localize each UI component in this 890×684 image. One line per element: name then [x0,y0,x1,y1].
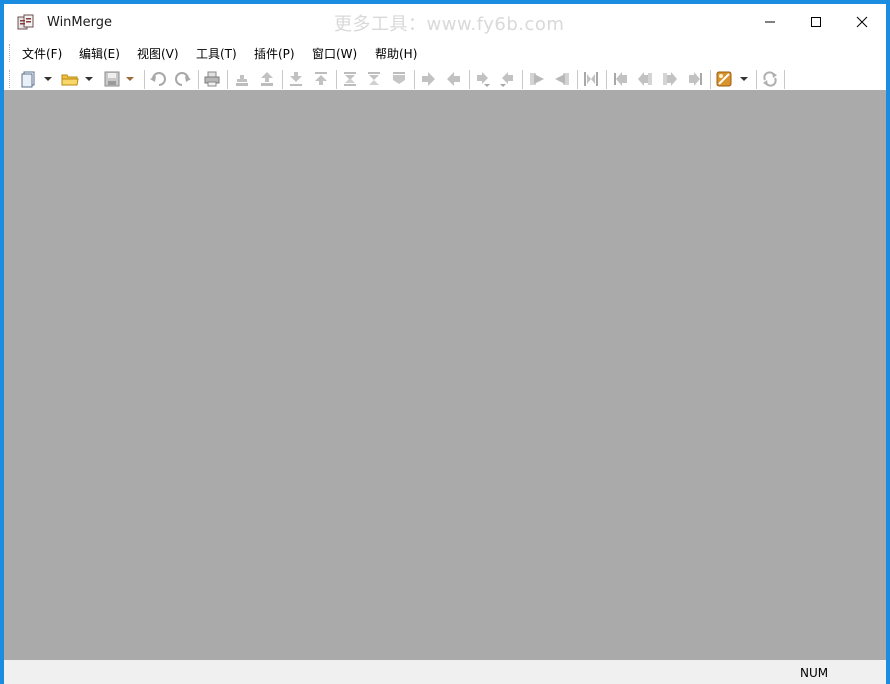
next-conflict-icon[interactable] [365,70,383,88]
menu-plugins[interactable]: 插件(P) [254,45,295,62]
new-dropdown-icon[interactable] [43,72,53,86]
menu-help[interactable]: 帮助(H) [375,45,417,62]
menu-bar: 文件(F) 编辑(E) 视图(V) 工具(T) 插件(P) 窗口(W) 帮助(H… [4,40,886,66]
last-file-icon[interactable] [686,70,704,88]
toolbar-separator [469,70,470,89]
toolbar-separator [784,70,785,89]
refresh-icon[interactable] [761,70,779,88]
undo-icon[interactable] [149,70,167,88]
title-bar[interactable]: WinMerge 更多工具：www.fy6b.com [4,4,886,40]
toolbar-separator [414,70,415,89]
copy-right-icon[interactable] [419,70,437,88]
toolbar [4,66,886,91]
last-diff-icon[interactable] [312,70,330,88]
save-dropdown-icon[interactable] [125,72,135,86]
toolbar-separator [227,70,228,89]
minimize-button[interactable] [747,4,793,40]
toolbar-separator [756,70,757,89]
open-dropdown-icon[interactable] [84,72,94,86]
prev-conflict-icon[interactable] [390,70,408,88]
menu-grip[interactable] [9,44,12,62]
num-lock-indicator: NUM [800,666,829,680]
maximize-button[interactable] [793,4,839,40]
menu-window[interactable]: 窗口(W) [312,45,357,62]
current-diff-icon[interactable] [341,70,359,88]
app-window: WinMerge 更多工具：www.fy6b.com 文件(F) 编辑(E) 视… [0,0,890,684]
new-icon[interactable] [20,70,38,88]
toolbar-separator [144,70,145,89]
next-diff-icon[interactable] [233,70,251,88]
menu-tools[interactable]: 工具(T) [196,45,237,62]
prev-file-icon[interactable] [636,70,654,88]
toolbar-separator [282,70,283,89]
options-icon[interactable] [715,70,733,88]
close-icon [856,16,868,28]
window-title: WinMerge [47,15,112,30]
open-icon[interactable] [61,70,79,88]
prev-diff-icon[interactable] [258,70,276,88]
watermark-text: 更多工具：www.fy6b.com [334,14,565,35]
toolbar-separator [336,70,337,89]
options-dropdown-icon[interactable] [739,72,749,86]
close-button[interactable] [839,4,885,40]
maximize-icon [811,17,821,27]
copy-left-icon[interactable] [445,70,463,88]
save-icon[interactable] [103,70,121,88]
toolbar-separator [577,70,578,89]
menu-file[interactable]: 文件(F) [22,45,62,62]
toolbar-separator [522,70,523,89]
toolbar-grip[interactable] [9,70,12,88]
mdi-client-area[interactable] [4,90,886,660]
minimize-icon [765,21,775,23]
menu-view[interactable]: 视图(V) [137,45,179,62]
copy-right-advance-icon[interactable] [474,70,492,88]
toolbar-separator [710,70,711,89]
status-bar: NUM [4,660,886,684]
print-icon[interactable] [203,70,221,88]
first-diff-icon[interactable] [287,70,305,88]
redo-icon[interactable] [174,70,192,88]
menu-edit[interactable]: 编辑(E) [79,45,120,62]
first-file-icon[interactable] [612,70,630,88]
next-file-icon[interactable] [661,70,679,88]
compare-icon[interactable] [582,70,600,88]
toolbar-separator [198,70,199,89]
copy-left-advance-icon[interactable] [498,70,516,88]
winmerge-logo-icon [17,14,34,30]
all-right-icon[interactable] [528,70,546,88]
all-left-icon[interactable] [553,70,571,88]
toolbar-separator [606,70,607,89]
